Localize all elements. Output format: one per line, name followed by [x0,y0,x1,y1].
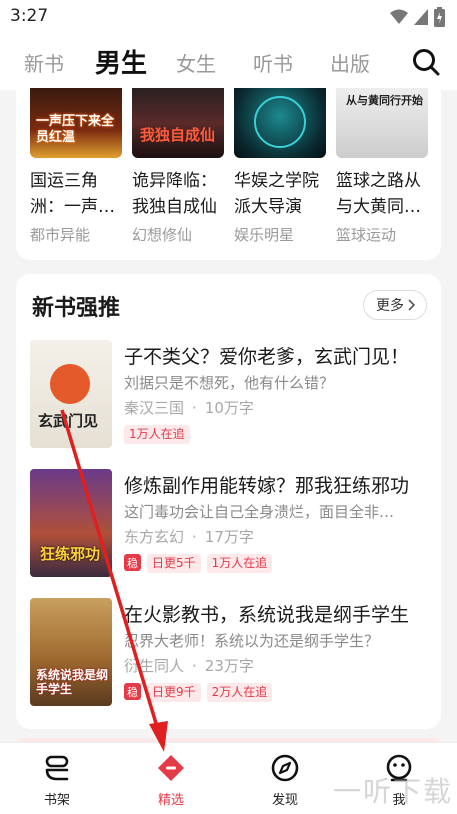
book-genre: 东方玄幻 [124,528,185,546]
book-word-count: 23万字 [204,657,254,675]
book-card[interactable]: 从与黄同行开始 篮球之路从与大黄同… 篮球运动 [336,88,428,245]
cover-text: 玄武门见 [38,412,99,430]
nav-featured[interactable]: 精选 [141,753,201,808]
cover-text: 狂练邪功 [40,545,101,563]
book-title: 国运三角洲：一声… [30,171,115,217]
cover-sun [50,364,90,404]
signal-icon [414,9,428,25]
book-title: 华娱之学院派大导演 [234,171,319,217]
tab-publishing[interactable]: 出版 [330,48,370,77]
status-bar: 3:27 [0,0,457,34]
new-books-section: 新书强推 更多 玄武门见 子不类父？爱你老爹，玄武门见！ 刘据只是不想死，他有什… [16,274,441,729]
nav-label: 精选 [157,793,184,808]
cover-text: 一声压下来全员红温 [36,114,115,145]
book-category: 篮球运动 [336,226,397,244]
stable-update-badge: 稳 [124,554,141,571]
book-category: 娱乐明星 [234,226,295,244]
search-icon[interactable] [411,47,441,77]
featured-icon [158,755,184,781]
book-cover: 从与黄同行开始 [336,88,428,158]
status-icons [390,7,445,27]
daily-update-tag: 日更5千 [147,554,201,573]
book-meta: 秦汉三国 · 10万字 [124,399,254,417]
book-cover: 一声压下来全员红温 [30,88,122,158]
followers-tag: 1万人在追 [124,425,190,444]
book-description: 这门毒功会让自己全身溃烂，面目全非… [124,503,395,521]
book-cover: 系统说我是纲手学生 [30,598,112,706]
stable-update-badge: 稳 [124,683,141,700]
book-card[interactable]: 我独自成仙 诡异降临：我独自成仙 幻想修仙 [132,88,224,245]
nav-label: 发现 [271,793,298,808]
book-cover: 玄武门见 [30,340,112,448]
more-button[interactable]: 更多 [363,290,427,320]
watermark: 一听下载 [332,775,453,808]
wifi-icon [390,9,408,24]
book-tags: 稳 日更9千 2万人在追 [124,683,273,702]
battery-icon [434,7,445,27]
book-description: 忍界大老师！系统以为还是纲手学生？ [124,632,380,650]
book-genre: 衍生同人 [124,657,185,675]
section-title: 新书强推 [32,296,121,321]
nav-label: 书架 [43,793,70,808]
book-title: 在火影教书，系统说我是纲手学生 [124,604,410,626]
book-cover: 狂练邪功 [30,469,112,577]
book-card[interactable]: 一声压下来全员红温 国运三角洲：一声… 都市异能 [30,88,122,245]
book-title: 修炼副作用能转嫁？那我狂练邪功 [124,475,410,497]
book-meta: 东方玄幻 · 17万字 [124,528,254,546]
nav-bookshelf[interactable]: 书架 [27,753,87,808]
book-card[interactable]: 华娱之学院派大导演 娱乐明星 [234,88,326,245]
nav-discover[interactable]: 发现 [255,753,315,808]
book-tags: 1万人在追 [124,425,190,444]
chevron-right-icon [408,299,416,311]
ranking-books-row: 一声压下来全员红温 国运三角洲：一声… 都市异能 我独自成仙 诡异降临：我独自成… [16,88,441,260]
tab-female[interactable]: 女生 [176,48,216,77]
followers-tag: 1万人在追 [206,554,273,573]
book-description: 刘据只是不想死，他有什么错？ [124,374,335,392]
book-title: 诡异降临：我独自成仙 [132,171,217,217]
book-category: 都市异能 [30,226,91,244]
daily-update-tag: 日更9千 [147,683,201,702]
list-item[interactable]: 狂练邪功 修炼副作用能转嫁？那我狂练邪功 这门毒功会让自己全身溃烂，面目全非… … [30,469,430,581]
cover-text: 我独自成仙 [140,126,216,144]
book-meta: 衍生同人 · 23万字 [124,657,254,675]
tab-male[interactable]: 男生 [95,43,150,82]
tab-new-books[interactable]: 新书 [24,48,64,77]
list-item[interactable]: 系统说我是纲手学生 在火影教书，系统说我是纲手学生 忍界大老师！系统以为还是纲手… [30,598,430,710]
cover-text: 系统说我是纲手学生 [36,668,109,696]
book-title: 子不类父？爱你老爹，玄武门见！ [124,346,410,368]
tab-male-label: 男生 [95,49,148,79]
book-tags: 稳 日更5千 1万人在追 [124,554,273,573]
book-genre: 秦汉三国 [124,399,185,417]
book-word-count: 17万字 [204,528,254,546]
compass-icon [271,754,299,782]
followers-tag: 2万人在追 [206,683,273,702]
book-category: 幻想修仙 [132,226,193,244]
book-word-count: 10万字 [204,399,254,417]
cover-decoration [254,96,306,148]
bookshelf-icon [45,755,69,781]
more-label: 更多 [376,298,404,314]
book-cover [234,88,326,158]
list-item[interactable]: 玄武门见 子不类父？爱你老爹，玄武门见！ 刘据只是不想死，他有什么错？ 秦汉三国… [30,340,430,452]
category-tabs: 新书 男生 女生 听书 出版 [0,34,457,90]
book-title: 篮球之路从与大黄同… [336,171,421,217]
status-time: 3:27 [10,6,49,26]
book-cover: 我独自成仙 [132,88,224,158]
cover-text: 从与黄同行开始 [346,94,423,107]
tab-audiobooks[interactable]: 听书 [253,48,293,77]
